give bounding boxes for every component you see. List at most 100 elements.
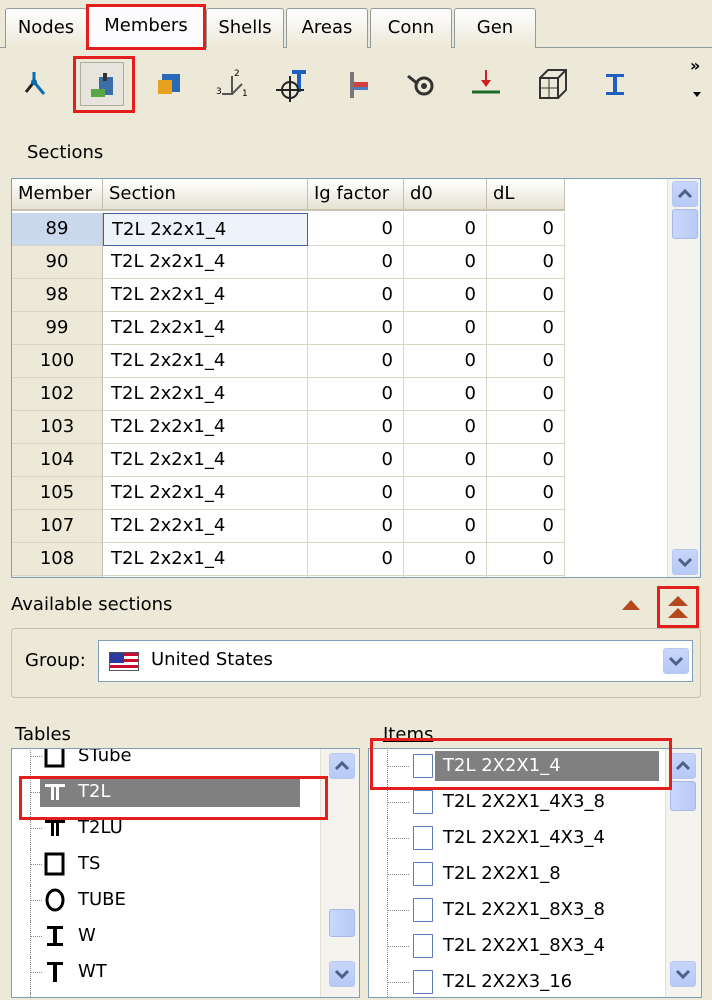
d0-cell[interactable]: 0: [404, 312, 487, 345]
member-pin-icon[interactable]: [14, 62, 58, 106]
table-row[interactable]: 103 T2L 2x2x1_4 0 0 0: [12, 411, 572, 444]
group-select[interactable]: United States: [98, 640, 693, 682]
dl-cell[interactable]: 0: [487, 345, 565, 378]
member-cell[interactable]: 107: [12, 510, 103, 543]
section-cell[interactable]: T2L 2x2x1_4: [103, 246, 308, 279]
offset-icon[interactable]: [270, 62, 314, 106]
ig-factor-cell[interactable]: 0: [308, 312, 404, 345]
table-row[interactable]: 105 T2L 2x2x1_4 0 0 0: [12, 477, 572, 510]
dl-cell[interactable]: 0: [487, 477, 565, 510]
dl-cell[interactable]: 0: [487, 246, 565, 279]
section-cell[interactable]: T2L 2x2x1_4: [103, 444, 308, 477]
ig-factor-cell[interactable]: 0: [308, 279, 404, 312]
section-cell[interactable]: T2L 2x2x1_4: [103, 213, 308, 246]
d0-cell[interactable]: 0: [404, 444, 487, 477]
scroll-up-button[interactable]: [329, 753, 355, 779]
col-header-member[interactable]: Member: [12, 179, 103, 211]
member-cell[interactable]: 102: [12, 378, 103, 411]
member-cell[interactable]: 103: [12, 411, 103, 444]
ig-factor-cell[interactable]: 0: [308, 345, 404, 378]
table-row[interactable]: 98 T2L 2x2x1_4 0 0 0: [12, 279, 572, 312]
dl-cell[interactable]: 0: [487, 279, 565, 312]
scroll-up-button[interactable]: [672, 181, 698, 207]
dl-cell[interactable]: 0: [487, 411, 565, 444]
tab-shells[interactable]: Shells: [206, 8, 284, 48]
d0-cell[interactable]: 0: [404, 510, 487, 543]
scroll-thumb[interactable]: [672, 209, 698, 239]
ig-factor-cell[interactable]: 0: [308, 510, 404, 543]
collapse-all-button[interactable]: [660, 590, 696, 624]
table-row[interactable]: 102 T2L 2x2x1_4 0 0 0: [12, 378, 572, 411]
list-item[interactable]: TUBE: [12, 885, 312, 921]
list-item[interactable]: T2L: [12, 777, 312, 813]
table-row[interactable]: 99 T2L 2x2x1_4 0 0 0: [12, 312, 572, 345]
dl-cell[interactable]: 0: [487, 312, 565, 345]
d0-cell[interactable]: 0: [404, 576, 487, 577]
local-axes-icon[interactable]: 2 3 1: [208, 62, 252, 106]
dl-cell[interactable]: 0: [487, 444, 565, 477]
tab-members[interactable]: Members: [88, 4, 204, 49]
d0-cell[interactable]: 0: [404, 279, 487, 312]
member-cell[interactable]: 104: [12, 444, 103, 477]
section-cell[interactable]: T2L 2x2x1_4: [103, 279, 308, 312]
ig-factor-cell[interactable]: 0: [308, 543, 404, 576]
tab-areas[interactable]: Areas: [286, 8, 368, 48]
list-item[interactable]: T2L 2X2X1_4X3_4: [369, 817, 661, 853]
member-cell[interactable]: 98: [12, 279, 103, 312]
col-header-section[interactable]: Section: [103, 179, 308, 211]
d0-cell[interactable]: 0: [404, 345, 487, 378]
section-cell[interactable]: T2L 2x2x1_4: [103, 378, 308, 411]
chevron-down-icon[interactable]: [693, 92, 701, 97]
dl-cell[interactable]: 0: [487, 213, 565, 246]
scroll-thumb[interactable]: [670, 781, 696, 811]
scroll-thumb[interactable]: [329, 909, 355, 937]
i-beam-icon[interactable]: [594, 62, 638, 106]
grid-scrollbar[interactable]: [667, 179, 700, 577]
list-item[interactable]: TS: [12, 849, 312, 885]
section-cell[interactable]: T2L 2x2x1_4: [103, 345, 308, 378]
member-cell[interactable]: 105: [12, 477, 103, 510]
material-icon[interactable]: [148, 62, 192, 106]
member-cell[interactable]: 100: [12, 345, 103, 378]
d0-cell[interactable]: 0: [404, 543, 487, 576]
member-cell[interactable]: 109: [12, 576, 103, 577]
dl-cell[interactable]: 0: [487, 543, 565, 576]
ig-factor-cell[interactable]: 0: [308, 477, 404, 510]
section-cell[interactable]: T2L 2x2x1_4: [103, 510, 308, 543]
table-row[interactable]: 90 T2L 2x2x1_4 0 0 0: [12, 246, 572, 279]
list-item[interactable]: T2L 2X2X1_4: [369, 749, 661, 781]
d0-cell[interactable]: 0: [404, 411, 487, 444]
table-row[interactable]: 108 T2L 2x2x1_4 0 0 0: [12, 543, 572, 576]
table-row[interactable]: 107 T2L 2x2x1_4 0 0 0: [12, 510, 572, 543]
scroll-down-button[interactable]: [670, 961, 696, 987]
scroll-down-button[interactable]: [329, 961, 355, 987]
load-icon[interactable]: [464, 62, 508, 106]
dl-cell[interactable]: 0: [487, 378, 565, 411]
d0-cell[interactable]: 0: [404, 477, 487, 510]
tables-scrollbar[interactable]: [320, 749, 359, 997]
ig-factor-cell[interactable]: 0: [308, 213, 404, 246]
connection-icon[interactable]: [336, 62, 380, 106]
chevron-down-icon[interactable]: [663, 648, 689, 674]
table-row[interactable]: 109T2L 2x2x1_4000: [12, 576, 572, 577]
list-item[interactable]: WT: [12, 957, 312, 993]
collapse-up-icon[interactable]: [622, 600, 640, 610]
dl-cell[interactable]: 0: [487, 576, 565, 577]
member-cell[interactable]: 108: [12, 543, 103, 576]
items-scrollbar[interactable]: [665, 749, 701, 997]
section-cell[interactable]: T2L 2x2x1_4: [103, 477, 308, 510]
list-item[interactable]: T2L 2X2X1_4X3_8: [369, 781, 661, 817]
ig-factor-cell[interactable]: 0: [308, 444, 404, 477]
list-item[interactable]: T2LU: [12, 813, 312, 849]
list-item[interactable]: STube: [12, 749, 312, 777]
tab-nodes[interactable]: Nodes: [5, 8, 87, 48]
tab-conn[interactable]: Conn: [370, 8, 452, 48]
table-row[interactable]: 89 T2L 2x2x1_4 0 0 0: [12, 213, 572, 246]
section-cell[interactable]: T2L 2x2x1_4: [103, 312, 308, 345]
release-icon[interactable]: [400, 62, 444, 106]
dl-cell[interactable]: 0: [487, 510, 565, 543]
toolbar-overflow-button[interactable]: »: [690, 56, 700, 75]
d0-cell[interactable]: 0: [404, 378, 487, 411]
ig-factor-cell[interactable]: 0: [308, 411, 404, 444]
tab-gen[interactable]: Gen: [454, 8, 536, 48]
